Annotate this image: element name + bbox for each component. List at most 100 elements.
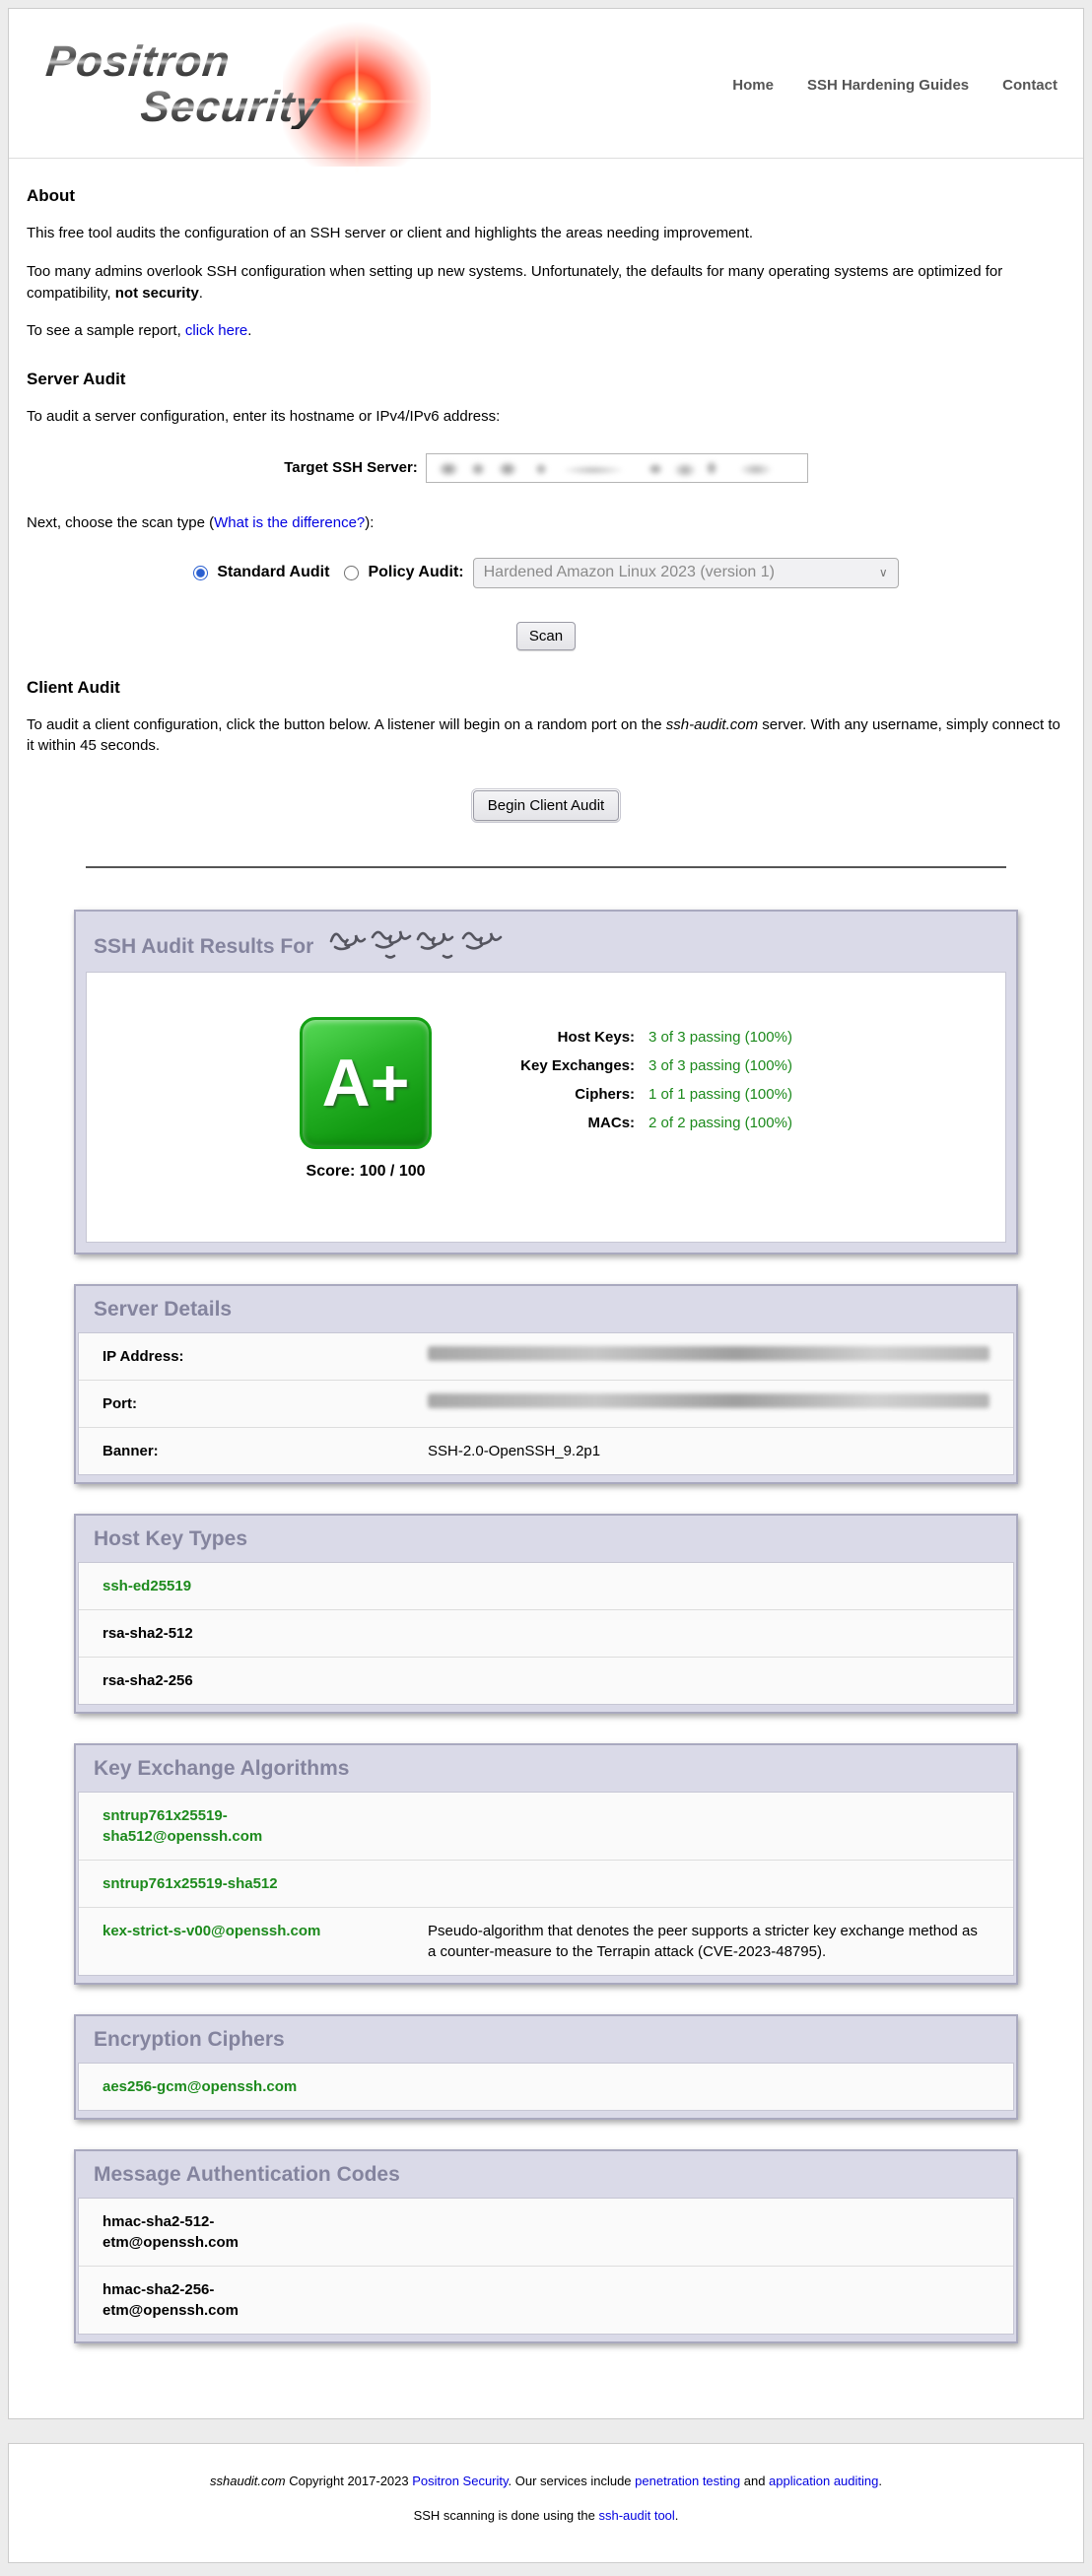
- detail-label: Banner:: [102, 1441, 428, 1461]
- ssh-audit-tool-link[interactable]: ssh-audit tool: [598, 2508, 674, 2523]
- results-divider: [86, 866, 1006, 868]
- algorithm-name: rsa-sha2-256: [102, 1670, 428, 1691]
- policy-audit-label: Policy Audit:: [368, 564, 463, 581]
- ssh-audit-results-panel: SSH Audit Results For: [74, 910, 1018, 1254]
- stat-value: 3 of 3 passing (100%): [648, 1029, 792, 1046]
- policy-select-value: Hardened Amazon Linux 2023 (version 1): [484, 564, 775, 581]
- macs-rows: hmac-sha2-512- etm@openssh.com hmac-sha2…: [78, 2198, 1014, 2335]
- nav-link[interactable]: SSH Hardening Guides: [807, 77, 969, 94]
- results-body: A+ Score: 100 / 100 Host Keys: 3 of 3 pa…: [86, 972, 1006, 1243]
- stat-row: Host Keys: 3 of 3 passing (100%): [487, 1029, 792, 1046]
- nav-link[interactable]: Home: [732, 77, 774, 94]
- table-row: Banner: SSH-2.0-OpenSSH_9.2p1: [79, 1428, 1013, 1474]
- key-exchange-panel: Key Exchange Algorithms sntrup761x25519-…: [74, 1743, 1018, 1985]
- about-paragraph-1: This free tool audits the configuration …: [27, 223, 1065, 244]
- algorithm-name: sntrup761x25519- sha512@openssh.com: [102, 1805, 428, 1847]
- target-server-row: Target SSH Server:: [27, 453, 1065, 483]
- stat-label: Key Exchanges:: [487, 1057, 635, 1074]
- footer-copyright-line: sshaudit.com Copyright 2017-2023 Positro…: [19, 2474, 1073, 2488]
- table-row: IP Address:: [79, 1333, 1013, 1381]
- results-panel-title: SSH Audit Results For: [76, 912, 1016, 972]
- detail-label: Port:: [102, 1393, 428, 1414]
- target-server-label: Target SSH Server:: [284, 459, 418, 476]
- standard-audit-radio[interactable]: [193, 566, 208, 580]
- table-row: Port:: [79, 1381, 1013, 1428]
- about-paragraph-3: To see a sample report, click here.: [27, 320, 1065, 342]
- algorithm-name: rsa-sha2-512: [102, 1623, 428, 1644]
- client-audit-paragraph: To audit a client configuration, click t…: [27, 714, 1065, 758]
- list-item: aes256-gcm@openssh.com: [79, 2064, 1013, 2110]
- grade-badge-icon: A+: [300, 1017, 432, 1149]
- host-key-types-panel: Host Key Types ssh-ed25519 rsa-sha2-512 …: [74, 1514, 1018, 1714]
- client-audit-heading: Client Audit: [27, 678, 1065, 698]
- list-item: rsa-sha2-512: [79, 1610, 1013, 1658]
- redacted-hostname-blur: [431, 459, 795, 479]
- encryption-ciphers-panel: Encryption Ciphers aes256-gcm@openssh.co…: [74, 2014, 1018, 2120]
- stat-value: 3 of 3 passing (100%): [648, 1057, 792, 1074]
- scan-type-difference-link[interactable]: What is the difference?: [214, 514, 365, 531]
- key-exchange-rows: sntrup761x25519- sha512@openssh.com sntr…: [78, 1792, 1014, 1976]
- ssh-audit-com-italic: ssh-audit.com: [666, 716, 758, 733]
- algorithm-name: sntrup761x25519-sha512: [102, 1873, 428, 1894]
- footer-scanning-line: SSH scanning is done using the ssh-audit…: [19, 2508, 1073, 2523]
- target-server-input[interactable]: [426, 453, 808, 483]
- positron-security-link[interactable]: Positron Security: [412, 2474, 508, 2488]
- server-audit-heading: Server Audit: [27, 370, 1065, 389]
- stat-label: MACs:: [487, 1115, 635, 1131]
- detail-value: [428, 1346, 990, 1361]
- begin-client-audit-row: Begin Client Audit: [27, 790, 1065, 821]
- stat-row: Ciphers: 1 of 1 passing (100%): [487, 1086, 792, 1103]
- penetration-testing-link[interactable]: penetration testing: [635, 2474, 740, 2488]
- grade-letter: A+: [322, 1050, 410, 1117]
- positron-security-logo[interactable]: Positron Security: [25, 23, 448, 149]
- list-item: ssh-ed25519: [79, 1563, 1013, 1610]
- algorithm-name: hmac-sha2-256- etm@openssh.com: [102, 2279, 428, 2321]
- scan-button-row: Scan: [27, 622, 1065, 650]
- not-security-bold: not security: [115, 285, 199, 302]
- stat-value: 2 of 2 passing (100%): [648, 1115, 792, 1131]
- main-nav: Home SSH Hardening Guides Contact: [732, 77, 1058, 94]
- grade-block: A+ Score: 100 / 100: [300, 1017, 432, 1181]
- list-item: rsa-sha2-256: [79, 1658, 1013, 1704]
- scan-button[interactable]: Scan: [516, 622, 576, 650]
- score-label: Score: 100 / 100: [300, 1163, 432, 1181]
- server-details-title: Server Details: [76, 1286, 1016, 1332]
- begin-client-audit-button[interactable]: Begin Client Audit: [473, 790, 619, 821]
- detail-label: IP Address:: [102, 1346, 428, 1367]
- stat-row: MACs: 2 of 2 passing (100%): [487, 1115, 792, 1131]
- about-heading: About: [27, 186, 1065, 206]
- host-key-types-title: Host Key Types: [76, 1516, 1016, 1562]
- server-details-panel: Server Details IP Address: Port: Banner:: [74, 1284, 1018, 1484]
- list-item: kex-strict-s-v00@openssh.com Pseudo-algo…: [79, 1908, 1013, 1975]
- about-paragraph-2: Too many admins overlook SSH configurati…: [27, 261, 1065, 305]
- logo-text-line1: Positron: [44, 40, 233, 84]
- scan-type-row: Next, choose the scan type (What is the …: [27, 512, 1065, 534]
- algorithm-name: kex-strict-s-v00@openssh.com: [102, 1921, 428, 1941]
- policy-select[interactable]: Hardened Amazon Linux 2023 (version 1) ∨: [473, 558, 899, 588]
- chevron-down-icon: ∨: [879, 566, 888, 579]
- list-item: hmac-sha2-512- etm@openssh.com: [79, 2199, 1013, 2267]
- host-key-types-rows: ssh-ed25519 rsa-sha2-512 rsa-sha2-256: [78, 1562, 1014, 1705]
- application-auditing-link[interactable]: application auditing: [769, 2474, 878, 2488]
- site-header: Positron Security Home SSH Hardening Gui…: [9, 9, 1083, 159]
- results-stats: Host Keys: 3 of 3 passing (100%) Key Exc…: [487, 1029, 792, 1143]
- nav-link[interactable]: Contact: [1002, 77, 1058, 94]
- stat-label: Ciphers:: [487, 1086, 635, 1103]
- main-content-card: Positron Security Home SSH Hardening Gui…: [8, 8, 1084, 2419]
- server-details-rows: IP Address: Port: Banner: SSH-2.0-OpenSS…: [78, 1332, 1014, 1475]
- list-item: sntrup761x25519-sha512: [79, 1861, 1013, 1908]
- detail-value: [428, 1393, 990, 1408]
- list-item: sntrup761x25519- sha512@openssh.com: [79, 1793, 1013, 1861]
- detail-value: SSH-2.0-OpenSSH_9.2p1: [428, 1441, 990, 1461]
- encryption-ciphers-rows: aes256-gcm@openssh.com: [78, 2063, 1014, 2111]
- sample-report-link[interactable]: click here: [185, 322, 247, 339]
- footer-site-name: sshaudit.com: [210, 2474, 286, 2488]
- algorithm-name: ssh-ed25519: [102, 1576, 428, 1596]
- algorithm-name: hmac-sha2-512- etm@openssh.com: [102, 2211, 428, 2253]
- standard-audit-label: Standard Audit: [217, 564, 329, 581]
- algorithm-name: aes256-gcm@openssh.com: [102, 2076, 428, 2097]
- stat-value: 1 of 1 passing (100%): [648, 1086, 792, 1103]
- server-audit-intro: To audit a server configuration, enter i…: [27, 406, 1065, 428]
- encryption-ciphers-title: Encryption Ciphers: [76, 2016, 1016, 2063]
- policy-audit-radio[interactable]: [344, 566, 359, 580]
